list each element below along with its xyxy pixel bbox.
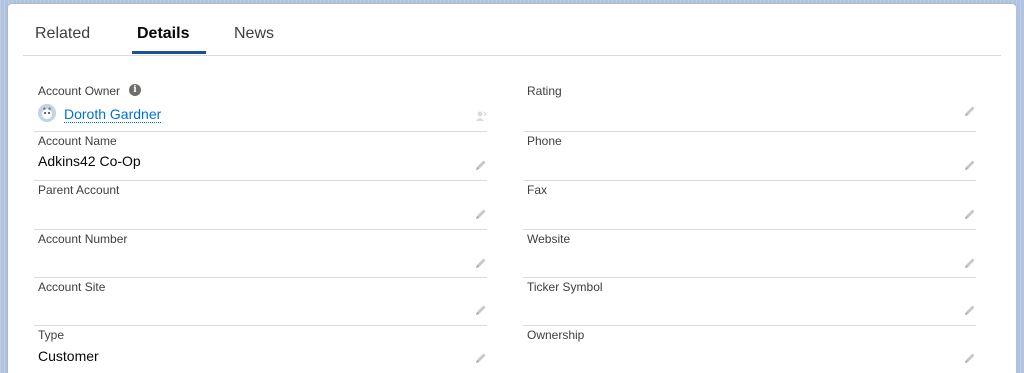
field-label: Ownership xyxy=(527,328,585,342)
field-label: Ticker Symbol xyxy=(527,280,603,294)
field-account-name: Account Name Adkins42 Co-Op xyxy=(34,132,487,181)
field-label: Account Owner xyxy=(38,84,121,98)
tab-news[interactable]: News xyxy=(234,25,274,43)
field-ownership: Ownership xyxy=(523,326,976,373)
edit-pencil-icon[interactable] xyxy=(964,105,976,117)
tab-bar: Related Details News xyxy=(23,4,1001,56)
field-account-owner: Account Owner i Doroth Gardner xyxy=(34,82,487,132)
field-website: Website xyxy=(523,230,976,278)
field-label: Website xyxy=(527,232,571,246)
left-field-column: Account Owner i Doroth Gardner Account N… xyxy=(34,82,487,373)
tab-details[interactable]: Details xyxy=(137,25,189,43)
field-label: Type xyxy=(38,328,65,342)
field-rating: Rating xyxy=(523,82,976,132)
field-label: Phone xyxy=(527,134,562,148)
field-label: Account Name xyxy=(38,134,117,148)
field-type: Type Customer xyxy=(34,326,487,373)
edit-pencil-icon[interactable] xyxy=(964,257,976,269)
field-ticker-symbol: Ticker Symbol xyxy=(523,278,976,326)
field-value: Adkins42 Co-Op xyxy=(38,153,141,169)
details-card: Related Details News Account Owner i Dor… xyxy=(8,4,1016,373)
field-value: Customer xyxy=(38,348,99,364)
avatar xyxy=(38,104,56,122)
edit-pencil-icon[interactable] xyxy=(964,304,976,316)
field-label: Rating xyxy=(527,84,562,98)
edit-pencil-icon[interactable] xyxy=(964,159,976,171)
change-owner-icon[interactable] xyxy=(475,110,487,122)
edit-pencil-icon[interactable] xyxy=(475,304,487,316)
field-parent-account: Parent Account xyxy=(34,181,487,230)
edit-pencil-icon[interactable] xyxy=(475,352,487,364)
active-tab-indicator xyxy=(132,51,206,54)
field-label: Parent Account xyxy=(38,183,120,197)
field-account-site: Account Site xyxy=(34,278,487,326)
tab-related[interactable]: Related xyxy=(35,25,90,43)
field-phone: Phone xyxy=(523,132,976,181)
field-account-number: Account Number xyxy=(34,230,487,278)
edit-pencil-icon[interactable] xyxy=(964,352,976,364)
field-label: Account Site xyxy=(38,280,106,294)
edit-pencil-icon[interactable] xyxy=(475,257,487,269)
edit-pencil-icon[interactable] xyxy=(475,159,487,171)
field-label: Account Number xyxy=(38,232,128,246)
edit-pencil-icon[interactable] xyxy=(964,208,976,220)
right-field-column: Rating Phone Fax Website Ticker Symbol O… xyxy=(523,82,976,373)
field-fax: Fax xyxy=(523,181,976,230)
edit-pencil-icon[interactable] xyxy=(475,208,487,220)
account-owner-link[interactable]: Doroth Gardner xyxy=(64,106,162,123)
info-icon[interactable]: i xyxy=(129,84,141,96)
field-label: Fax xyxy=(527,183,548,197)
